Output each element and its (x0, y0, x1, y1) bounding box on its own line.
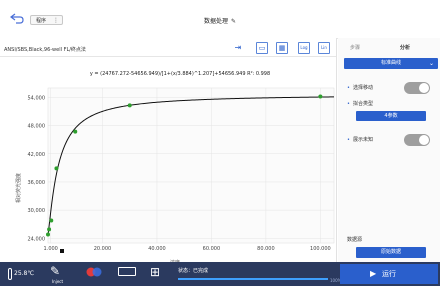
original-data-button[interactable]: 原始数据 (356, 247, 426, 258)
progress-bar (178, 278, 328, 280)
run-button-label: 运行 (382, 270, 396, 278)
chevron-down-icon: ⌄ (428, 60, 434, 67)
option-show-unknown-label: 展示未知 (352, 137, 373, 143)
plate-icon[interactable] (118, 267, 136, 276)
thermometer-icon (8, 268, 12, 280)
inject-pipette-icon[interactable]: ✎ (50, 264, 60, 278)
x-tick-label: 1.000 (44, 246, 58, 252)
curve-type-dropdown[interactable]: 标准曲线 ⌄ (344, 58, 438, 69)
image-icon[interactable]: ▭ (256, 42, 268, 54)
top-bar: 程序 ⋮ 数据处理 ✎ (0, 0, 440, 39)
data-point[interactable] (46, 232, 50, 237)
tab-analysis[interactable]: 分析 (400, 44, 410, 51)
play-icon: ▶ (370, 269, 377, 278)
plot-area (47, 87, 335, 244)
grid-view-icon[interactable]: ▦ (276, 42, 288, 54)
plate-info-label: ANSI/SBS,Black,96-well FL/终点法 (4, 47, 86, 53)
bullet-icon: • (347, 137, 350, 143)
y-tick-label: 30,000 (28, 208, 46, 214)
option-select-move-label: 选择移动 (352, 85, 373, 91)
log-scale-button[interactable]: Log (298, 42, 310, 54)
chart-equation: y = (24767.272-54656.949)/[1+(x/3.884)^1… (90, 71, 270, 77)
inject-label: Inject (52, 279, 64, 284)
toggle-knob (419, 83, 429, 93)
four-parameter-button[interactable]: 4参数 (356, 111, 426, 121)
export-icon[interactable]: ⇥ (232, 42, 244, 54)
temperature-readout: 25.8℃ (14, 270, 35, 277)
data-point[interactable] (127, 103, 132, 108)
progress-fill (178, 278, 328, 280)
y-tick-label: 24,000 (28, 236, 46, 242)
legend-marker (60, 249, 64, 253)
data-point[interactable] (47, 227, 52, 232)
layout-grid-icon[interactable]: ⊞ (150, 266, 164, 280)
option-fit-type-label: 拟合类型 (352, 101, 373, 107)
y-tick-label: 54,000 (28, 95, 46, 101)
y-tick-label: 42,000 (28, 152, 46, 158)
edit-pencil-icon[interactable]: ✎ (231, 18, 236, 25)
x-tick-label: 100.000 (310, 246, 331, 252)
panel-tabs: 步骤 分析 (338, 38, 440, 56)
show-unknown-toggle[interactable] (404, 134, 430, 146)
linear-scale-button[interactable]: Lin (318, 42, 330, 54)
data-point[interactable] (49, 218, 54, 223)
x-tick-label: 80.000 (257, 246, 275, 252)
dropdown-value: 标准曲线 (380, 60, 401, 66)
chart-panel: ANSI/SBS,Black,96-well FL/终点法 ⇥ ▭ ▦ Log … (0, 38, 337, 262)
data-point[interactable] (318, 94, 323, 99)
option-select-move: • 选择移动 (347, 84, 373, 91)
option-show-unknown: • 展示未知 (347, 136, 373, 143)
y-axis-label: 相对荧光强度 (15, 173, 22, 203)
select-move-toggle[interactable] (404, 82, 430, 94)
option-fit-type: • 拟合类型 (347, 100, 373, 107)
bullet-icon: • (347, 85, 350, 91)
x-tick-label: 60.000 (203, 246, 221, 252)
y-tick-label: 48,000 (28, 124, 46, 130)
panel-divider (0, 56, 336, 57)
data-source-label: 数据源 (347, 237, 363, 243)
x-tick-label: 20.000 (94, 246, 112, 252)
run-status-text: 状态：已完成 (178, 268, 209, 274)
filter-wheel-icon[interactable] (85, 267, 103, 277)
page-title: 数据处理 ✎ (0, 16, 440, 25)
toggle-knob (419, 135, 429, 145)
tab-steps[interactable]: 步骤 (350, 44, 360, 51)
bottom-strip (0, 286, 440, 305)
data-point[interactable] (73, 129, 78, 134)
x-tick-label: 40.000 (148, 246, 166, 252)
y-tick-label: 36,000 (28, 180, 46, 186)
data-point[interactable] (54, 166, 59, 171)
standard-curve-chart: y = (24767.272-54656.949)/[1+(x/3.884)^1… (15, 71, 335, 262)
bullet-icon: • (347, 101, 350, 107)
run-button[interactable]: ▶ 运行 (340, 264, 438, 284)
status-bar: 25.8℃ ✎ Inject ⊞ 状态：已完成 100% ▶ 运行 (0, 262, 440, 305)
page-title-text: 数据处理 (203, 18, 228, 25)
settings-panel: 步骤 分析 标准曲线 ⌄ • 选择移动 • 拟合类型 4参数 • 展示未知 数据源 原… (338, 38, 440, 262)
